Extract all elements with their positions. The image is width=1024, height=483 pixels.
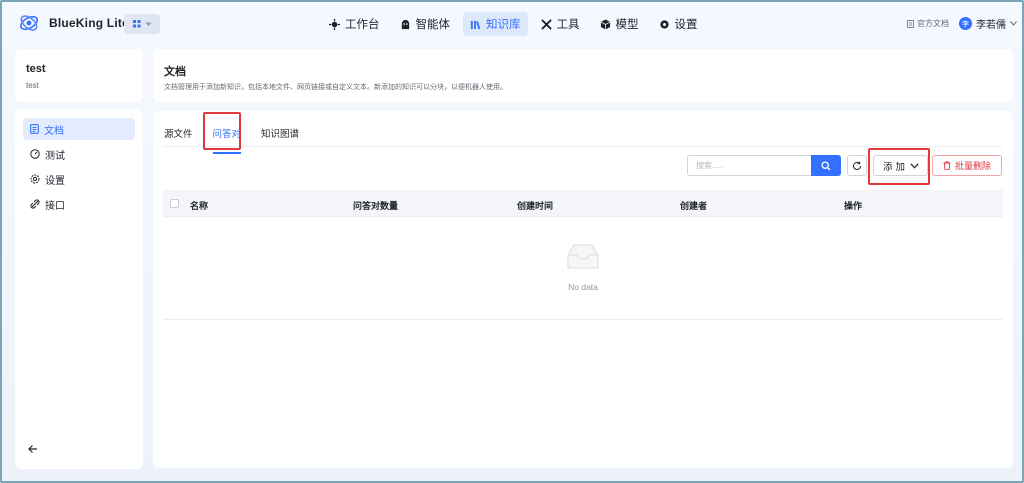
nav-item-tools[interactable]: 工具 xyxy=(534,12,587,36)
page-header: 文档 文档管理用于添加新知识，包括本地文件、网页链接或自定义文本。新添加的知识可… xyxy=(153,49,1013,102)
sidebar-item-label: 设置 xyxy=(45,175,65,187)
settings-icon xyxy=(659,19,669,29)
knowledge-info-card: test test xyxy=(15,49,143,102)
chevron-down-icon xyxy=(1010,21,1017,26)
highlight-box-qa-tab xyxy=(203,112,241,150)
column-header-name[interactable]: 名称 xyxy=(190,199,208,212)
nav-label: 工具 xyxy=(556,19,580,31)
column-header-actions: 操作 xyxy=(844,201,863,211)
tools-icon xyxy=(540,18,552,30)
search-button[interactable] xyxy=(811,155,841,176)
empty-text: No data xyxy=(568,282,598,292)
search-icon xyxy=(821,160,831,170)
main-panel: 源文件 问答对 知识图谱 添加 xyxy=(153,111,1013,468)
sidebar-item-settings[interactable]: 设置 xyxy=(23,168,135,190)
nav-item-workbench[interactable]: 工作台 xyxy=(322,12,387,36)
sidebar-item-test[interactable]: 测试 xyxy=(23,143,135,165)
select-all-checkbox[interactable] xyxy=(170,199,179,208)
tab-divider xyxy=(163,146,1003,147)
document-icon xyxy=(30,124,39,134)
table-header: 名称 问答对数量 创建时间 创建者 操作 xyxy=(163,190,1003,217)
official-docs-link[interactable]: 官方文档 xyxy=(907,18,949,29)
doc-link-label: 官方文档 xyxy=(917,19,949,28)
empty-state: No data xyxy=(553,243,613,292)
search-input[interactable] xyxy=(687,155,811,176)
model-icon xyxy=(600,18,610,30)
nav-item-model[interactable]: 模型 xyxy=(593,12,646,36)
doc-icon xyxy=(907,19,914,28)
empty-box-icon xyxy=(567,244,599,269)
back-arrow-icon[interactable] xyxy=(27,443,39,455)
page-description: 文档管理用于添加新知识，包括本地文件、网页链接或自定义文本。新添加的知识可以分块… xyxy=(164,84,507,91)
batch-delete-label: 批量删除 xyxy=(954,161,991,171)
batch-delete-button[interactable]: 批量删除 xyxy=(932,155,1002,176)
gear-icon xyxy=(30,174,40,184)
top-bar: BlueKing Lite 工作台 智能体 知识库 工具 模型 设置 官方文档 … xyxy=(4,4,1024,42)
app-switcher-button[interactable] xyxy=(124,14,160,34)
nav-label: 工作台 xyxy=(345,19,380,31)
user-name: 李若儒 xyxy=(976,20,1006,31)
sidebar-item-label: 文档 xyxy=(44,125,64,137)
nav-item-settings[interactable]: 设置 xyxy=(652,12,705,36)
column-header-qa-count[interactable]: 问答对数量 xyxy=(353,199,398,212)
workbench-icon xyxy=(329,18,340,30)
nav-label: 设置 xyxy=(674,19,698,31)
nav-label: 智能体 xyxy=(415,19,451,31)
nav-item-agent[interactable]: 智能体 xyxy=(393,12,458,36)
sidebar-item-label: 测试 xyxy=(45,150,65,162)
nav-label: 模型 xyxy=(615,19,639,31)
column-header-created-time[interactable]: 创建时间 xyxy=(517,199,553,212)
main-nav: 工作台 智能体 知识库 工具 模型 设置 xyxy=(322,12,705,36)
sidebar-item-label: 接口 xyxy=(45,200,65,212)
knowledge-subtitle: test xyxy=(26,81,39,90)
app-window: BlueKing Lite 工作台 智能体 知识库 工具 模型 设置 官方文档 … xyxy=(0,0,1024,483)
refresh-icon xyxy=(853,161,861,170)
agent-icon xyxy=(401,19,409,29)
nav-label: 知识库 xyxy=(486,19,521,31)
avatar: 李 xyxy=(959,17,972,30)
sidebar-item-api[interactable]: 接口 xyxy=(23,193,135,215)
column-header-creator[interactable]: 创建者 xyxy=(680,199,707,212)
highlight-box-add xyxy=(868,148,930,185)
table-bottom-border xyxy=(163,319,1003,320)
refresh-button[interactable] xyxy=(847,155,867,176)
api-icon xyxy=(30,199,40,209)
chevron-down-icon xyxy=(145,22,151,26)
blueking-logo-icon xyxy=(20,15,38,31)
knowledge-title: test xyxy=(26,63,46,75)
trash-icon xyxy=(943,161,951,170)
brand-name[interactable]: BlueKing Lite xyxy=(49,16,129,30)
grid-icon xyxy=(132,20,140,28)
sidebar-item-documents[interactable]: 文档 xyxy=(23,118,135,140)
nav-item-knowledge-base[interactable]: 知识库 xyxy=(463,12,528,36)
page-title: 文档 xyxy=(164,66,186,78)
user-menu[interactable]: 李 李若儒 xyxy=(959,16,1017,31)
sidebar: 文档 测试 设置 接口 xyxy=(15,109,143,469)
test-icon xyxy=(30,149,40,159)
knowledge-base-icon xyxy=(470,20,481,29)
